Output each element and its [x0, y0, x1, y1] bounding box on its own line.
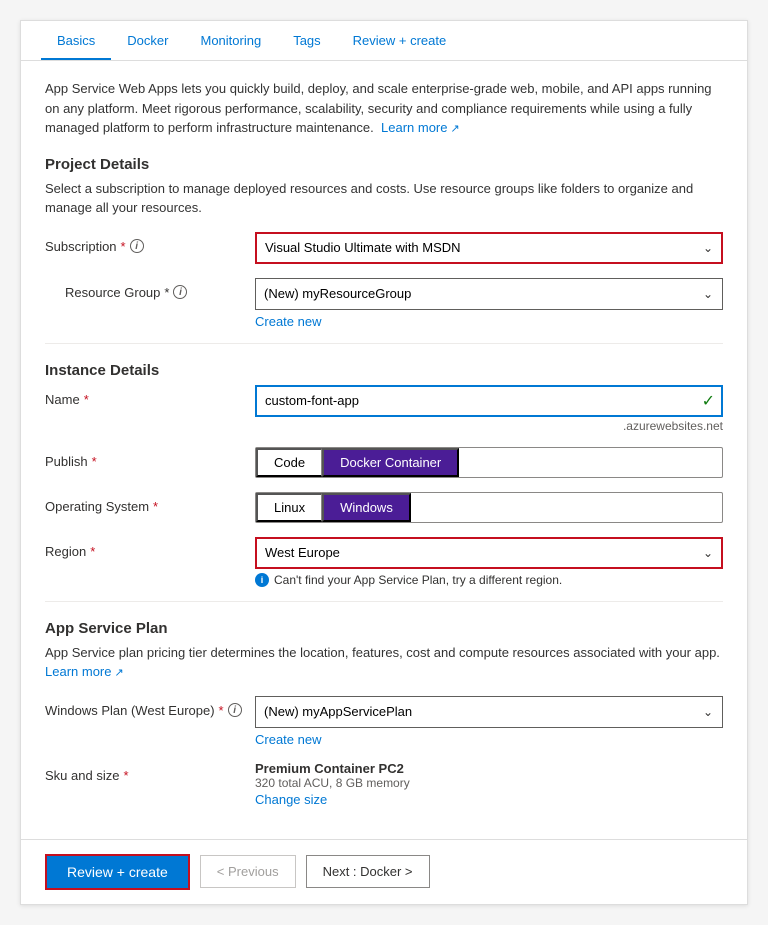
rg-required: *: [164, 285, 169, 300]
divider-1: [45, 343, 723, 344]
instance-details-title: Instance Details: [45, 362, 723, 379]
region-row: Region * West Europe ⌄ i Can't find your…: [45, 537, 723, 587]
name-control: ✓ .azurewebsites.net: [255, 385, 723, 433]
region-info-message: i Can't find your App Service Plan, try …: [255, 573, 723, 587]
subscription-control: Visual Studio Ultimate with MSDN ⌄: [255, 232, 723, 264]
main-container: Basics Docker Monitoring Tags Review + c…: [20, 20, 748, 905]
intro-description: App Service Web Apps lets you quickly bu…: [45, 79, 723, 138]
publish-row: Publish * Code Docker Container: [45, 447, 723, 478]
publish-required: *: [92, 454, 97, 469]
publish-control: Code Docker Container: [255, 447, 723, 478]
region-info-icon: i: [255, 573, 269, 587]
os-row: Operating System * Linux Windows: [45, 492, 723, 523]
os-windows-btn[interactable]: Windows: [322, 493, 411, 522]
publish-code-btn[interactable]: Code: [256, 448, 322, 477]
next-button[interactable]: Next : Docker >: [306, 855, 430, 888]
asp-desc: App Service plan pricing tier determines…: [45, 643, 723, 682]
region-dropdown-wrapper: West Europe ⌄: [255, 537, 723, 569]
windows-plan-select[interactable]: (New) myAppServicePlan: [255, 696, 723, 728]
rg-info-icon[interactable]: i: [173, 285, 187, 299]
os-control: Linux Windows: [255, 492, 723, 523]
name-row: Name * ✓ .azurewebsites.net: [45, 385, 723, 433]
sku-label: Sku and size *: [45, 761, 255, 783]
divider-2: [45, 601, 723, 602]
main-content: App Service Web Apps lets you quickly bu…: [21, 61, 747, 839]
asp-learn-more-link[interactable]: Learn more: [45, 664, 124, 679]
resource-group-row: Resource Group * i (New) myResourceGroup…: [45, 278, 723, 329]
tab-basics[interactable]: Basics: [41, 21, 111, 60]
sku-control: Premium Container PC2 320 total ACU, 8 G…: [255, 761, 723, 807]
publish-label: Publish *: [45, 447, 255, 469]
subscription-row: Subscription * i Visual Studio Ultimate …: [45, 232, 723, 264]
tab-review-create[interactable]: Review + create: [337, 21, 463, 60]
previous-button[interactable]: < Previous: [200, 855, 296, 888]
rg-dropdown-wrapper: (New) myResourceGroup ⌄: [255, 278, 723, 310]
publish-docker-btn[interactable]: Docker Container: [322, 448, 459, 477]
project-details-title: Project Details: [45, 156, 723, 173]
tab-tags[interactable]: Tags: [277, 21, 336, 60]
sku-title: Premium Container PC2: [255, 761, 723, 776]
footer: Review + create < Previous Next : Docker…: [21, 839, 747, 904]
windows-plan-control: (New) myAppServicePlan ⌄ Create new: [255, 696, 723, 747]
name-input-wrapper: ✓: [255, 385, 723, 417]
azure-suffix: .azurewebsites.net: [255, 419, 723, 433]
sku-required: *: [123, 768, 128, 783]
learn-more-link[interactable]: Learn more: [381, 120, 460, 135]
wp-required: *: [219, 703, 224, 718]
os-label: Operating System *: [45, 492, 255, 514]
sku-detail: 320 total ACU, 8 GB memory: [255, 776, 723, 790]
asp-title: App Service Plan: [45, 620, 723, 637]
name-check-icon: ✓: [702, 391, 715, 411]
sku-row: Sku and size * Premium Container PC2 320…: [45, 761, 723, 807]
windows-plan-row: Windows Plan (West Europe) * i (New) myA…: [45, 696, 723, 747]
tab-docker[interactable]: Docker: [111, 21, 184, 60]
subscription-info-icon[interactable]: i: [130, 239, 144, 253]
windows-plan-label: Windows Plan (West Europe) * i: [45, 696, 255, 718]
subscription-dropdown-wrapper: Visual Studio Ultimate with MSDN ⌄: [255, 232, 723, 264]
name-label: Name *: [45, 385, 255, 407]
change-size-link[interactable]: Change size: [255, 792, 723, 807]
region-label: Region *: [45, 537, 255, 559]
os-linux-btn[interactable]: Linux: [256, 493, 322, 522]
name-required: *: [84, 392, 89, 407]
name-input[interactable]: [255, 385, 723, 417]
rg-create-new-link[interactable]: Create new: [255, 314, 723, 329]
subscription-label: Subscription * i: [45, 232, 255, 254]
tab-monitoring[interactable]: Monitoring: [184, 21, 277, 60]
os-radio-group: Linux Windows: [255, 492, 723, 523]
wp-dropdown-wrapper: (New) myAppServicePlan ⌄: [255, 696, 723, 728]
subscription-required: *: [121, 239, 126, 254]
wp-info-icon[interactable]: i: [228, 703, 242, 717]
wp-create-new-link[interactable]: Create new: [255, 732, 723, 747]
project-details-desc: Select a subscription to manage deployed…: [45, 179, 723, 218]
review-create-button[interactable]: Review + create: [45, 854, 190, 890]
os-required: *: [153, 499, 158, 514]
resource-group-label: Resource Group * i: [45, 278, 255, 300]
region-control: West Europe ⌄ i Can't find your App Serv…: [255, 537, 723, 587]
subscription-select[interactable]: Visual Studio Ultimate with MSDN: [255, 232, 723, 264]
region-required: *: [90, 544, 95, 559]
tab-bar: Basics Docker Monitoring Tags Review + c…: [21, 21, 747, 61]
resource-group-select[interactable]: (New) myResourceGroup: [255, 278, 723, 310]
region-select[interactable]: West Europe: [255, 537, 723, 569]
publish-radio-group: Code Docker Container: [255, 447, 723, 478]
resource-group-control: (New) myResourceGroup ⌄ Create new: [255, 278, 723, 329]
